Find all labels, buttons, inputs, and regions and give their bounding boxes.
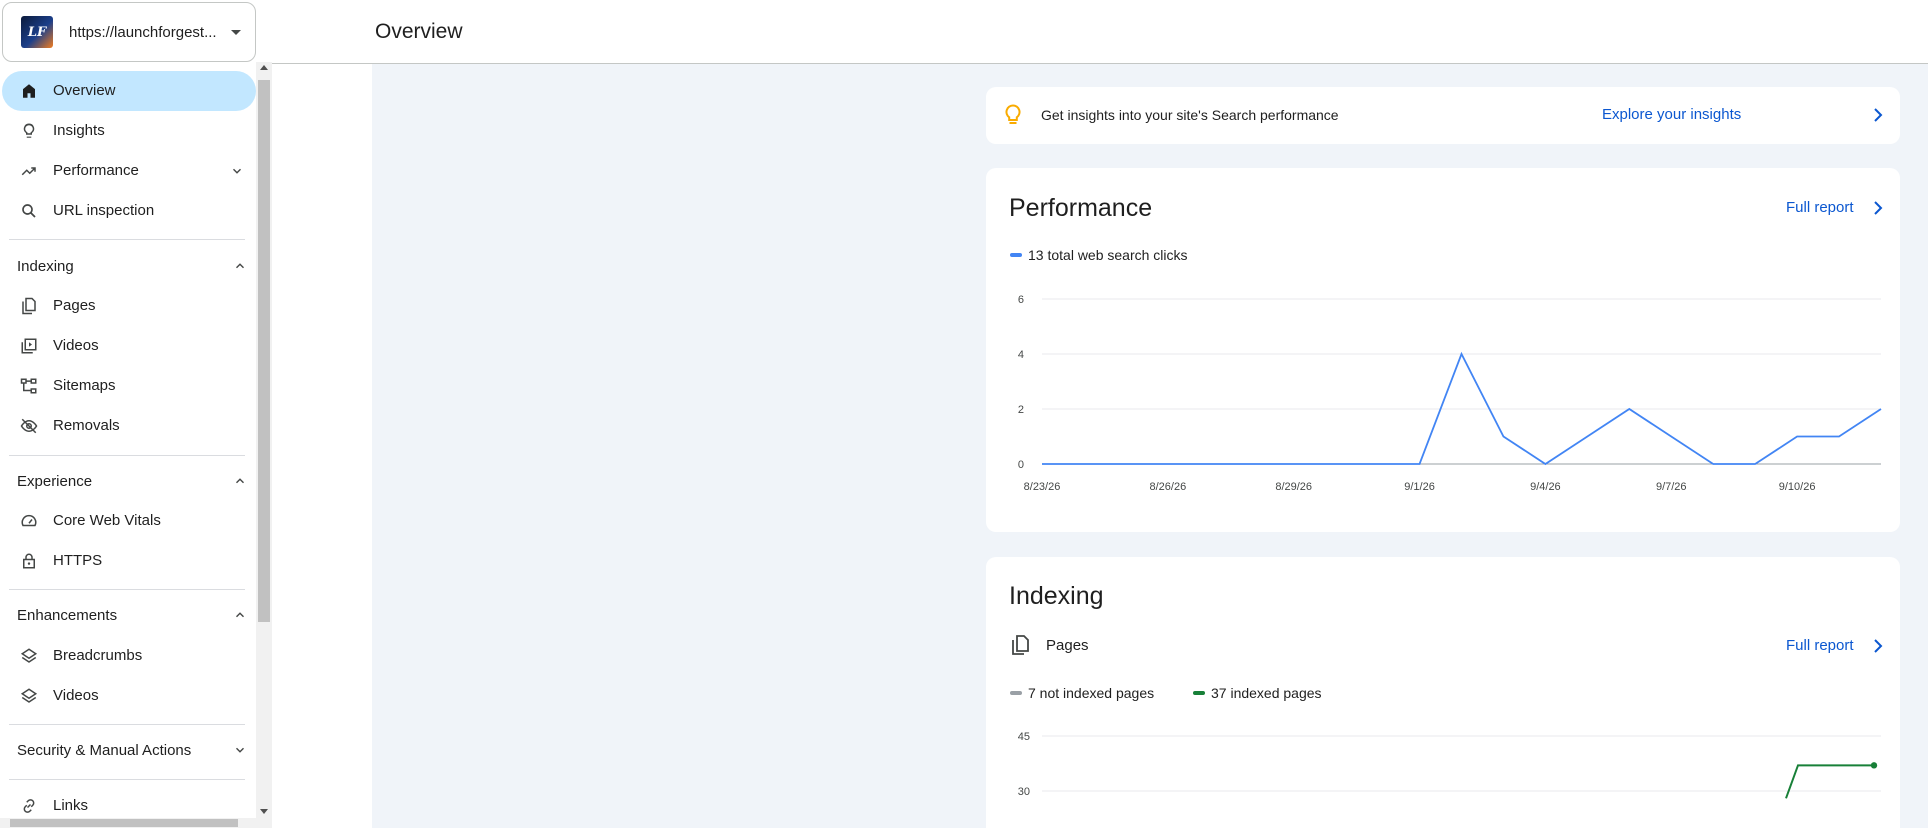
indexing-chart: 30 45 [1018, 731, 1881, 799]
layers-icon [20, 648, 38, 663]
gutter [272, 0, 372, 828]
chevron-down-icon[interactable] [230, 164, 244, 178]
chevron-right-icon[interactable] [1873, 108, 1883, 122]
sidebar-item-label: Insights [53, 122, 105, 139]
section-header-security[interactable]: Security & Manual Actions [17, 732, 247, 768]
sidebar-item-enhancement-videos[interactable]: Videos [2, 676, 256, 716]
link-icon [23, 799, 35, 813]
section-header-experience[interactable]: Experience [17, 463, 247, 499]
sidebar: LF https://launchforgest... Overview Ins… [0, 0, 272, 828]
scrollbar-thumb[interactable] [258, 80, 270, 622]
scrollbar-thumb[interactable] [10, 819, 238, 827]
performance-chart: 0 2 4 6 8/23/26 8/26/26 8/29/26 9/1/26 9/4/26 9/7… [1018, 294, 1882, 493]
sidebar-item-url-inspection[interactable]: URL inspection [2, 191, 256, 231]
scroll-up-arrow-icon[interactable] [260, 65, 268, 70]
x-tick-label: 9/10/26 [1779, 481, 1816, 493]
series-line-indexed [1785, 764, 1874, 799]
main-content: Overview Get insights into your site's S… [272, 0, 1928, 828]
visibility-off-icon [20, 418, 38, 434]
sidebar-item-label: Performance [53, 162, 139, 179]
y-tick-label: 6 [1018, 294, 1024, 306]
pages-icon [22, 297, 36, 315]
search-icon [22, 204, 36, 218]
insights-text: Get insights into your site's Search per… [1041, 107, 1339, 123]
bulb-icon [23, 123, 35, 138]
sidebar-item-label: Videos [53, 687, 99, 704]
insights-card: Get insights into your site's Search per… [986, 87, 1900, 144]
section-title: Security & Manual Actions [17, 741, 192, 759]
sidebar-item-removals[interactable]: Removals [2, 406, 256, 446]
sidebar-item-label: Core Web Vitals [53, 512, 161, 529]
page-title: Overview [375, 20, 463, 43]
x-tick-label: 9/1/26 [1404, 481, 1435, 493]
sidebar-item-videos[interactable]: Videos [2, 326, 256, 366]
sidebar-scrollbar[interactable] [256, 62, 272, 828]
sidebar-item-label: Breadcrumbs [53, 647, 143, 664]
sidebar-item-label: Pages [53, 297, 96, 314]
y-tick-label: 0 [1018, 459, 1024, 471]
y-tick-label: 45 [1018, 731, 1030, 743]
performance-card: Performance Full report 13 total web sea… [986, 168, 1900, 532]
section-title: Experience [17, 472, 93, 490]
sidebar-item-insights[interactable]: Insights [2, 111, 256, 151]
sidebar-item-core-web-vitals[interactable]: Core Web Vitals [2, 501, 256, 541]
sidebar-item-label: Overview [53, 82, 116, 99]
section-title: Enhancements [17, 606, 118, 624]
divider [9, 589, 245, 590]
sidebar-item-label: Links [53, 797, 89, 814]
divider [9, 239, 245, 240]
page-header: Overview [272, 0, 1928, 64]
divider [9, 779, 245, 780]
divider [9, 724, 245, 725]
x-tick-label: 9/4/26 [1530, 481, 1561, 493]
sidebar-item-label: URL inspection [53, 202, 155, 219]
sidebar-item-pages[interactable]: Pages [2, 286, 256, 326]
sidebar-item-label: Videos [53, 337, 99, 354]
property-selector[interactable]: LF https://launchforgest... [2, 2, 256, 62]
chevron-down-icon [236, 747, 244, 753]
y-tick-label: 30 [1018, 786, 1030, 798]
sidebar-item-performance[interactable]: Performance [2, 151, 256, 191]
section-title: Indexing [17, 257, 74, 275]
chevron-up-icon [236, 263, 244, 269]
explore-insights-link[interactable]: Explore your insights [1602, 106, 1741, 123]
sidebar-horizontal-scrollbar[interactable] [0, 818, 256, 828]
chevron-up-icon [236, 478, 244, 484]
y-tick-label: 2 [1018, 404, 1024, 416]
layers-icon [20, 688, 38, 703]
speed-icon [21, 514, 37, 527]
sidebar-item-label: Sitemaps [53, 377, 116, 394]
indexing-card: Indexing Pages Full report 7 not indexed… [986, 557, 1900, 828]
video-library-icon [21, 338, 37, 354]
data-point [1870, 762, 1878, 769]
chevron-up-icon [236, 612, 244, 618]
property-url: https://launchforgest... [69, 23, 217, 41]
y-tick-label: 4 [1018, 349, 1024, 361]
lock-icon [23, 553, 35, 569]
x-tick-label: 8/29/26 [1275, 481, 1312, 493]
sidebar-item-breadcrumbs[interactable]: Breadcrumbs [2, 636, 256, 676]
x-tick-label: 8/23/26 [1024, 481, 1061, 493]
home-icon [23, 84, 35, 98]
divider [9, 455, 245, 456]
sidebar-item-https[interactable]: HTTPS [2, 541, 256, 581]
section-header-enhancements[interactable]: Enhancements [17, 597, 247, 633]
trending-up-icon [21, 167, 36, 176]
caret-down-icon [231, 29, 241, 35]
section-header-indexing[interactable]: Indexing [17, 248, 247, 284]
sidebar-item-overview[interactable]: Overview [2, 71, 256, 111]
sidebar-item-label: Removals [53, 417, 120, 434]
bulb-icon [1005, 104, 1021, 124]
sidebar-item-sitemaps[interactable]: Sitemaps [2, 366, 256, 406]
sidebar-item-label: HTTPS [53, 552, 103, 569]
sitemap-icon [20, 378, 37, 394]
x-tick-label: 8/26/26 [1149, 481, 1186, 493]
property-logo: LF [21, 16, 53, 48]
scroll-down-arrow-icon[interactable] [260, 809, 268, 814]
x-tick-label: 9/7/26 [1656, 481, 1687, 493]
